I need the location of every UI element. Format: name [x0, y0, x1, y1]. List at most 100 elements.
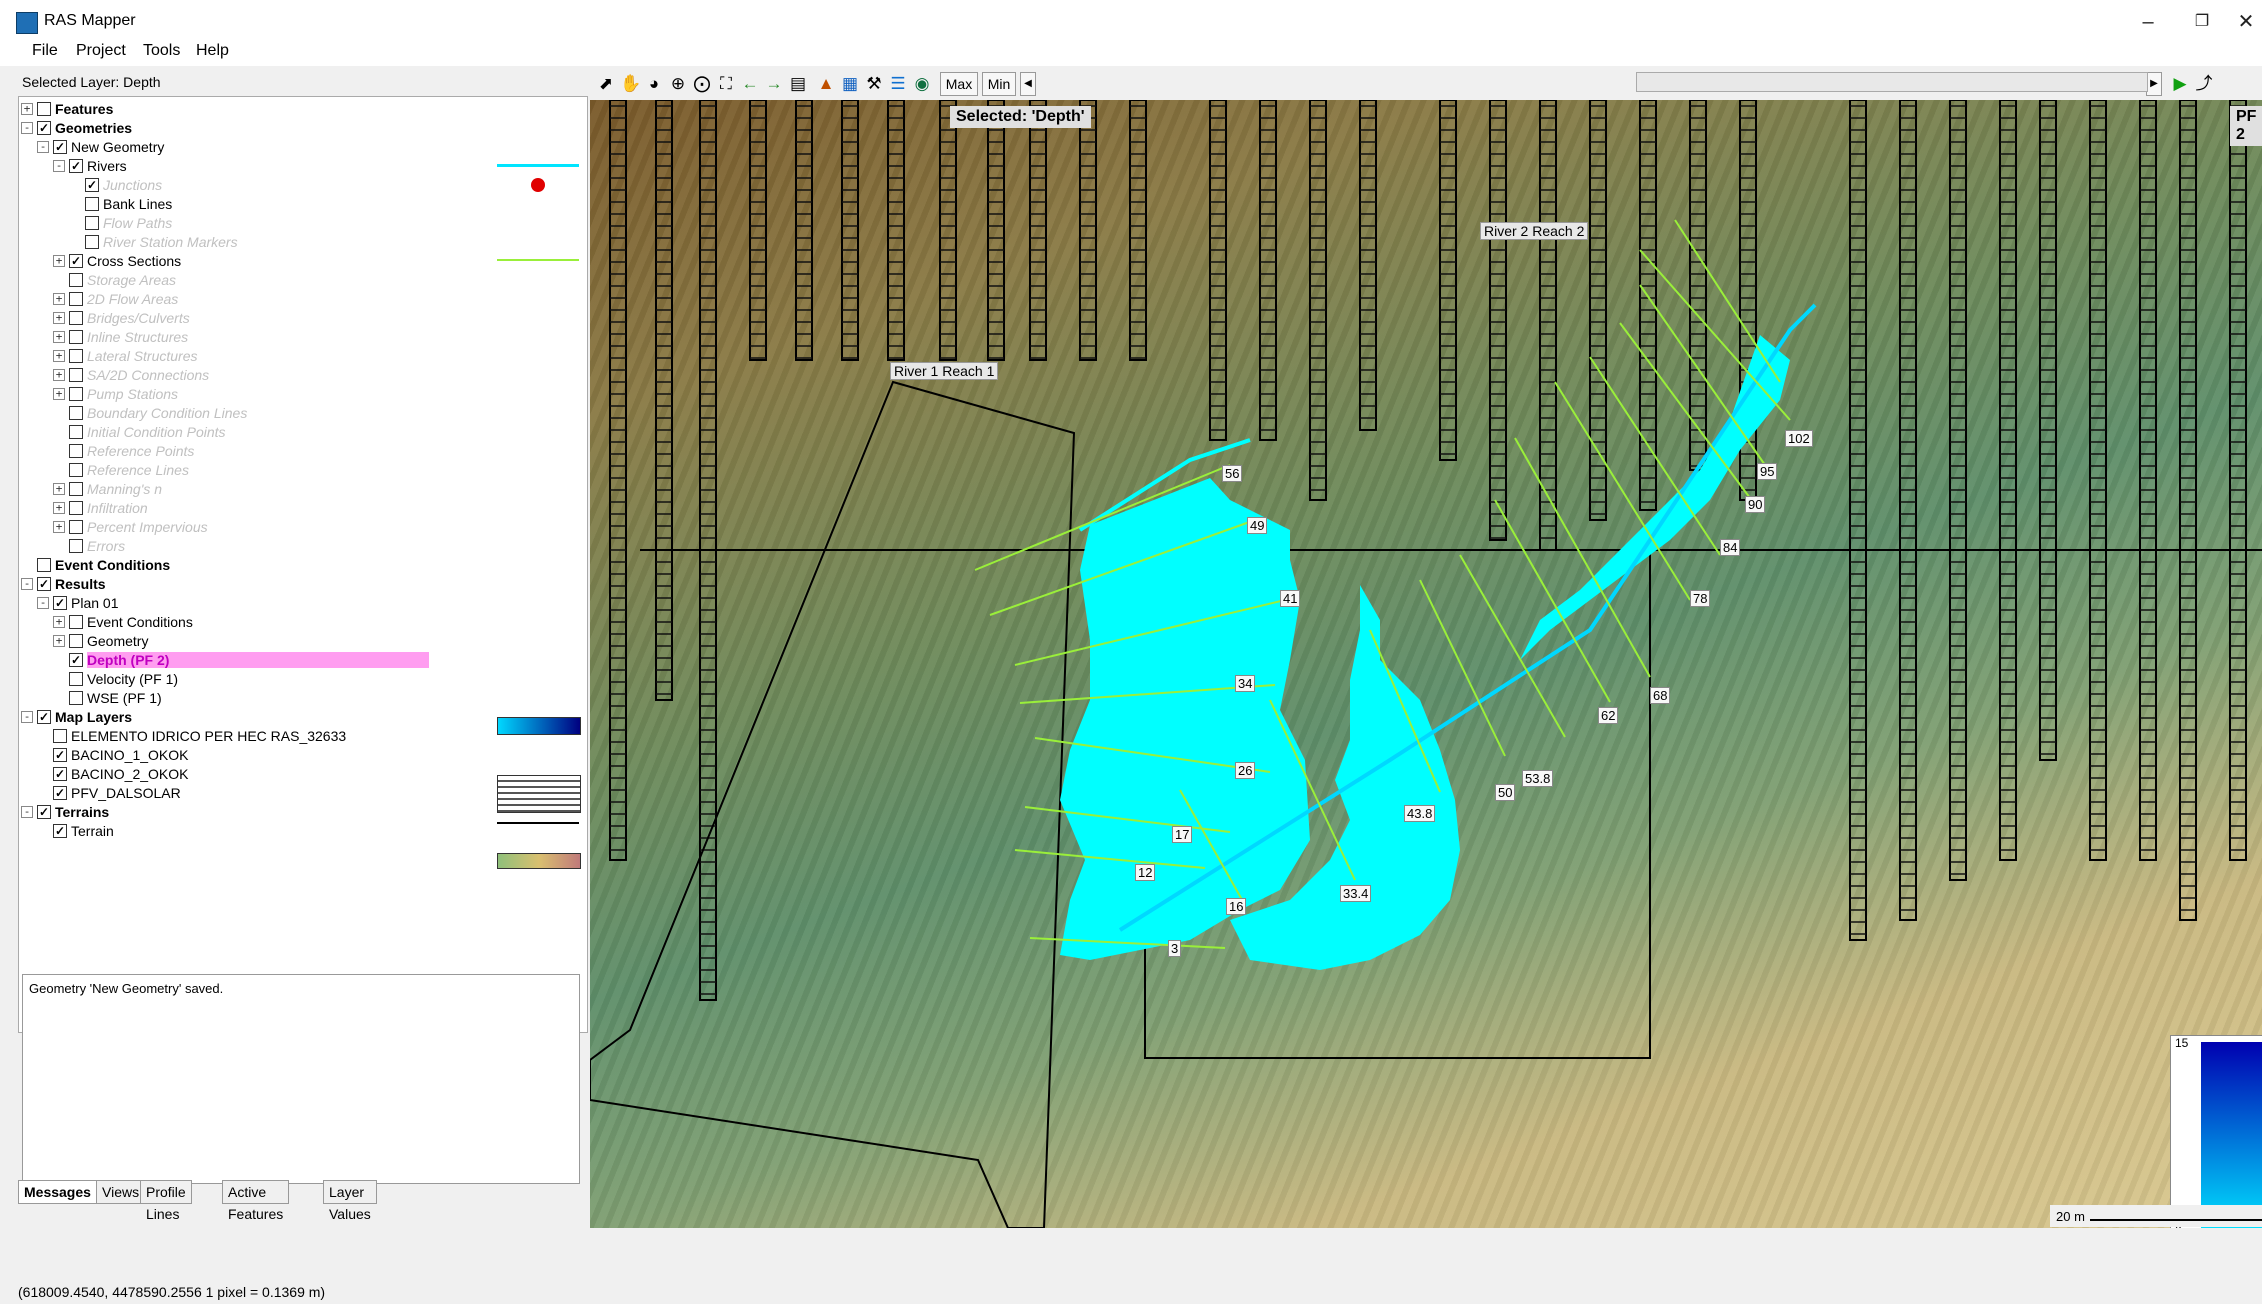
layer-checkbox[interactable] — [69, 520, 83, 534]
expand-icon[interactable]: + — [53, 312, 65, 324]
expand-icon[interactable]: + — [53, 616, 65, 628]
tree-row[interactable]: + Manning's n — [19, 480, 579, 499]
layer-checkbox[interactable] — [69, 653, 83, 667]
layer-checkbox[interactable] — [69, 311, 83, 325]
layer-checkbox[interactable] — [69, 254, 83, 268]
zoom-extents-icon[interactable]: ⨀ — [692, 74, 712, 94]
layer-checkbox[interactable] — [69, 672, 83, 686]
expand-icon[interactable]: + — [53, 483, 65, 495]
layer-checkbox[interactable] — [69, 501, 83, 515]
tree-row[interactable]: + Infiltration — [19, 499, 579, 518]
max-button[interactable]: Max — [940, 72, 978, 96]
tree-row[interactable]: + Cross Sections — [19, 252, 579, 271]
tree-row[interactable]: Reference Lines — [19, 461, 579, 480]
tree-row[interactable]: BACINO_1_OKOK — [19, 746, 579, 765]
expand-icon[interactable]: + — [53, 388, 65, 400]
profile-icon[interactable]: ▲ — [816, 74, 836, 94]
full-extent-icon[interactable]: ⛶ — [716, 74, 736, 94]
tab-profile-lines[interactable]: Profile Lines — [140, 1180, 192, 1222]
layer-checkbox[interactable] — [53, 140, 67, 154]
pan-tool-icon[interactable]: ✋ — [620, 74, 641, 94]
tree-row[interactable]: Terrain — [19, 822, 579, 841]
tree-row[interactable]: PFV_DALSOLAR — [19, 784, 579, 803]
collapse-icon[interactable]: - — [21, 578, 33, 590]
tree-row[interactable]: Depth (PF 2) — [19, 651, 579, 670]
scroll-left-button[interactable]: ◀ — [1020, 72, 1036, 96]
tab-layer-values[interactable]: Layer Values — [323, 1180, 377, 1222]
tree-row[interactable]: + Event Conditions — [19, 613, 579, 632]
grid-icon[interactable]: ▦ — [840, 74, 860, 94]
tree-row[interactable]: + Features — [19, 100, 579, 119]
layer-checkbox[interactable] — [69, 273, 83, 287]
layer-checkbox[interactable] — [69, 615, 83, 629]
tree-row[interactable]: - Geometries — [19, 119, 579, 138]
collapse-icon[interactable]: - — [21, 711, 33, 723]
tree-row[interactable]: Junctions — [19, 176, 579, 195]
tree-row[interactable]: WSE (PF 1) — [19, 689, 579, 708]
layer-checkbox[interactable] — [37, 577, 51, 591]
layer-checkbox[interactable] — [53, 596, 67, 610]
tree-row[interactable]: Boundary Condition Lines — [19, 404, 579, 423]
layer-checkbox[interactable] — [69, 425, 83, 439]
layer-checkbox[interactable] — [69, 482, 83, 496]
layer-checkbox[interactable] — [69, 634, 83, 648]
layer-checkbox[interactable] — [69, 691, 83, 705]
tree-row[interactable]: Velocity (PF 1) — [19, 670, 579, 689]
layer-checkbox[interactable] — [53, 767, 67, 781]
menu-project[interactable]: Project — [76, 42, 126, 60]
close-button[interactable]: ✕ — [2226, 8, 2262, 36]
tree-row[interactable]: + SA/2D Connections — [19, 366, 579, 385]
layer-checkbox[interactable] — [85, 197, 99, 211]
play-icon[interactable]: ▶ — [2170, 74, 2190, 94]
layer-checkbox[interactable] — [69, 368, 83, 382]
layer-checkbox[interactable] — [53, 729, 67, 743]
collapse-icon[interactable]: - — [53, 160, 65, 172]
layer-checkbox[interactable] — [69, 387, 83, 401]
tree-row[interactable]: + Pump Stations — [19, 385, 579, 404]
expand-icon[interactable]: + — [53, 635, 65, 647]
messages-box[interactable]: Geometry 'New Geometry' saved. — [22, 974, 580, 1184]
layer-checkbox[interactable] — [69, 159, 83, 173]
zoom-in-icon[interactable]: ⊕ — [668, 74, 688, 94]
expand-icon[interactable]: + — [53, 255, 65, 267]
tree-row[interactable]: - Plan 01 — [19, 594, 579, 613]
tree-row[interactable]: ELEMENTO IDRICO PER HEC RAS_32633 — [19, 727, 579, 746]
measure-icon[interactable]: ▤ — [788, 74, 808, 94]
min-button[interactable]: Min — [982, 72, 1016, 96]
tree-row[interactable]: +2D Flow Areas — [19, 290, 579, 309]
minimize-button[interactable]: – — [2128, 8, 2168, 36]
layer-checkbox[interactable] — [37, 121, 51, 135]
collapse-icon[interactable]: - — [37, 141, 49, 153]
expand-icon[interactable]: + — [21, 103, 33, 115]
map-view[interactable]: Selected: 'Depth' PF 2 River 1 Reach 1 R… — [590, 100, 2262, 1228]
restore-button[interactable]: ❐ — [2182, 8, 2222, 36]
tree-row[interactable]: + Lateral Structures — [19, 347, 579, 366]
layer-checkbox[interactable] — [53, 748, 67, 762]
tree-row[interactable]: Initial Condition Points — [19, 423, 579, 442]
collapse-icon[interactable]: - — [21, 806, 33, 818]
layer-checkbox[interactable] — [69, 444, 83, 458]
layers-icon[interactable]: ☰ — [888, 74, 908, 94]
tree-row[interactable]: Bank Lines — [19, 195, 579, 214]
layer-checkbox[interactable] — [69, 330, 83, 344]
tree-row[interactable]: - Results — [19, 575, 579, 594]
layer-checkbox[interactable] — [69, 292, 83, 306]
tree-row[interactable]: Flow Paths — [19, 214, 579, 233]
expand-icon[interactable]: + — [53, 369, 65, 381]
tab-active-features[interactable]: Active Features — [222, 1180, 290, 1222]
tree-row[interactable]: Event Conditions — [19, 556, 579, 575]
layer-checkbox[interactable] — [53, 824, 67, 838]
back-arrow-icon[interactable]: ← — [740, 74, 760, 94]
tree-row[interactable]: + Geometry — [19, 632, 579, 651]
layer-tree[interactable]: Terrain - Terrains PFV_DALSOLAR BACINO_2_OKO… — [18, 96, 588, 1033]
web-imagery-icon[interactable]: ◉ — [912, 74, 932, 94]
layer-checkbox[interactable] — [85, 178, 99, 192]
tree-row[interactable]: - Terrains — [19, 803, 579, 822]
expand-icon[interactable]: + — [53, 350, 65, 362]
tree-row[interactable]: - Map Layers — [19, 708, 579, 727]
expand-icon[interactable]: + — [53, 331, 65, 343]
layer-checkbox[interactable] — [69, 349, 83, 363]
tree-row[interactable]: Storage Areas — [19, 271, 579, 290]
layer-checkbox[interactable] — [37, 710, 51, 724]
tree-row[interactable]: River Station Markers — [19, 233, 579, 252]
